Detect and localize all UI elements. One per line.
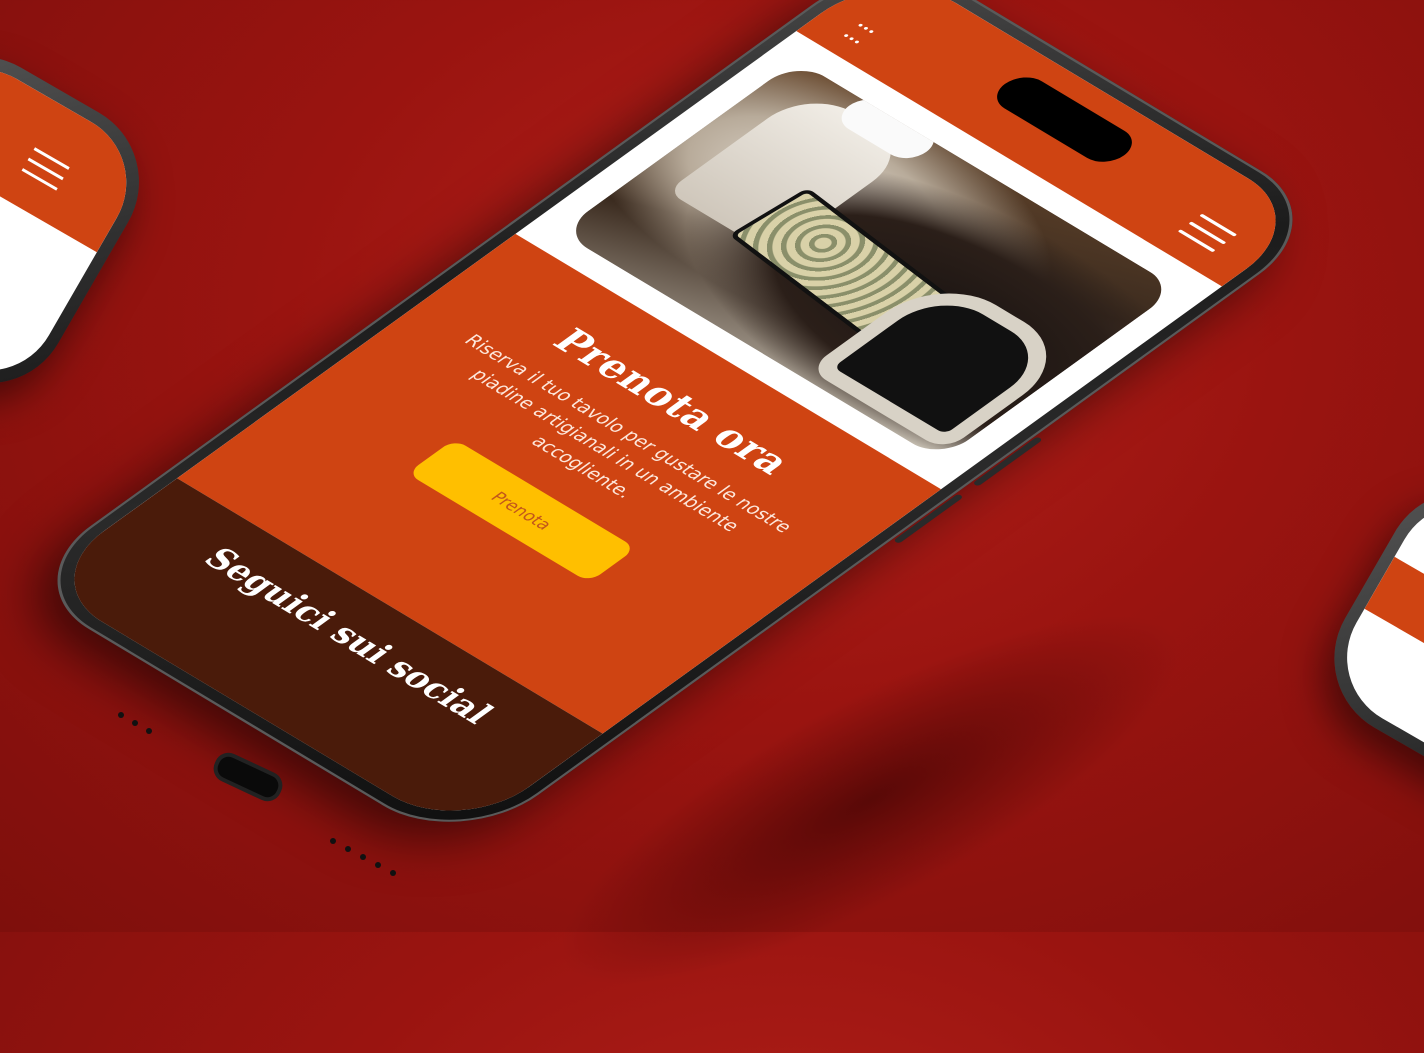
partial-phone-left: [0, 27, 169, 413]
partial-phone-left-header: [0, 43, 152, 253]
hamburger-icon[interactable]: [1176, 213, 1238, 254]
dynamic-island: [986, 70, 1143, 169]
partial-phone-left-screen: [0, 43, 152, 397]
site-logo[interactable]: ... ...: [838, 14, 887, 48]
hamburger-icon[interactable]: [17, 147, 70, 198]
partial-phone-right: [1305, 462, 1424, 838]
usb-c-port: [209, 748, 287, 806]
partial-phone-right-band: [1364, 556, 1424, 747]
partial-phone-right-screen: [1321, 478, 1424, 822]
